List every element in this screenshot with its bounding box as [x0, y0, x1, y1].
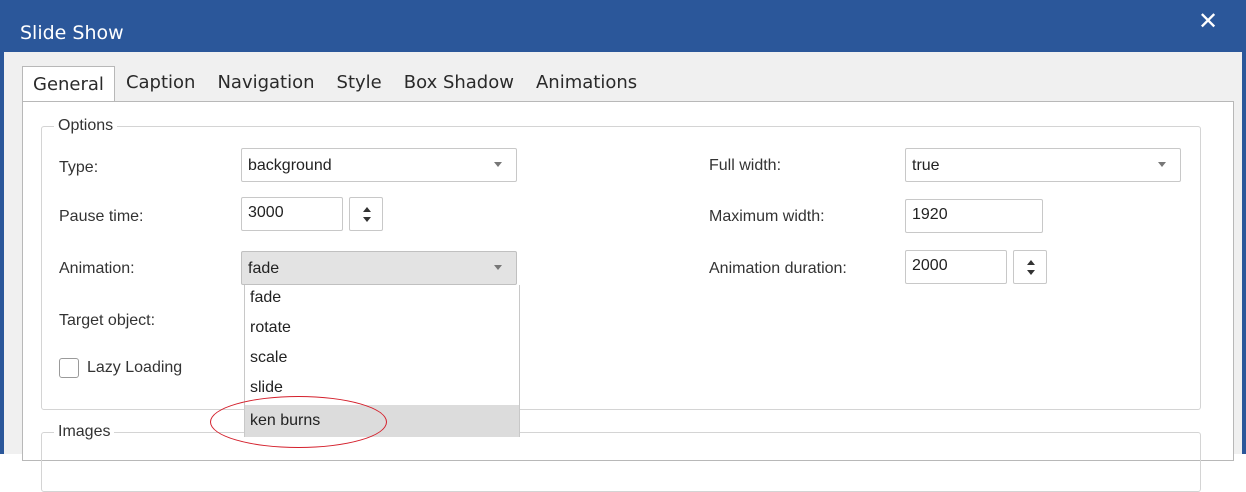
animation-duration-stepper[interactable]	[1013, 250, 1047, 284]
pause-time-value: 3000	[248, 204, 284, 221]
pause-time-label: Pause time:	[59, 208, 144, 225]
dropdown-option-fade[interactable]: fade	[245, 285, 519, 315]
type-label: Type:	[59, 159, 99, 176]
dropdown-option-scale[interactable]: scale	[245, 345, 519, 375]
type-select[interactable]: background	[241, 148, 517, 182]
dropdown-option-slide[interactable]: slide	[245, 375, 519, 405]
animation-duration-label: Animation duration:	[709, 260, 847, 277]
spin-up-icon[interactable]	[363, 207, 371, 212]
spin-down-icon[interactable]	[363, 217, 371, 222]
spin-down-icon[interactable]	[1027, 270, 1035, 275]
images-group: Images	[41, 423, 1201, 492]
tab-panel-general: Options Type: background Pause time: 300…	[22, 101, 1234, 492]
full-width-select[interactable]: true	[905, 148, 1181, 182]
chevron-down-icon	[494, 265, 502, 270]
title-bar: Slide Show ✕	[4, 0, 1242, 52]
tab-style[interactable]: Style	[326, 66, 393, 102]
full-width-label: Full width:	[709, 157, 782, 174]
dialog-title: Slide Show	[20, 22, 124, 44]
slide-show-dialog: Slide Show ✕ General Caption Navigation …	[0, 0, 1246, 492]
tab-animations[interactable]: Animations	[525, 66, 648, 102]
tab-bar: General Caption Navigation Style Box Sha…	[22, 66, 648, 102]
target-object-label: Target object:	[59, 312, 156, 329]
tab-box-shadow[interactable]: Box Shadow	[393, 66, 525, 102]
animation-duration-input[interactable]: 2000	[905, 250, 1007, 284]
images-legend: Images	[54, 423, 115, 441]
animation-select-value: fade	[248, 260, 280, 277]
dropdown-option-rotate[interactable]: rotate	[245, 315, 519, 345]
spin-up-icon[interactable]	[1027, 260, 1035, 265]
animation-select[interactable]: fade	[241, 251, 517, 285]
options-legend: Options	[54, 117, 118, 135]
pause-time-stepper[interactable]	[349, 197, 383, 231]
lazy-loading-checkbox[interactable]	[59, 358, 79, 378]
animation-duration-value: 2000	[912, 257, 948, 274]
tab-caption[interactable]: Caption	[115, 66, 207, 102]
pause-time-input[interactable]: 3000	[241, 197, 343, 231]
tab-general[interactable]: General	[22, 66, 115, 102]
dropdown-option-ken-burns[interactable]: ken burns	[245, 405, 519, 437]
animation-label: Animation:	[59, 260, 135, 277]
animation-dropdown-list: fade rotate scale slide ken burns	[244, 285, 520, 437]
type-select-value: background	[248, 157, 332, 174]
maximum-width-input[interactable]: 1920	[905, 199, 1043, 233]
chevron-down-icon	[1158, 162, 1166, 167]
maximum-width-value: 1920	[912, 206, 948, 223]
lazy-loading-label[interactable]: Lazy Loading	[87, 359, 182, 377]
chevron-down-icon	[494, 162, 502, 167]
tab-navigation[interactable]: Navigation	[206, 66, 325, 102]
maximum-width-label: Maximum width:	[709, 208, 825, 225]
full-width-select-value: true	[912, 157, 940, 174]
close-icon[interactable]: ✕	[1190, 6, 1226, 36]
